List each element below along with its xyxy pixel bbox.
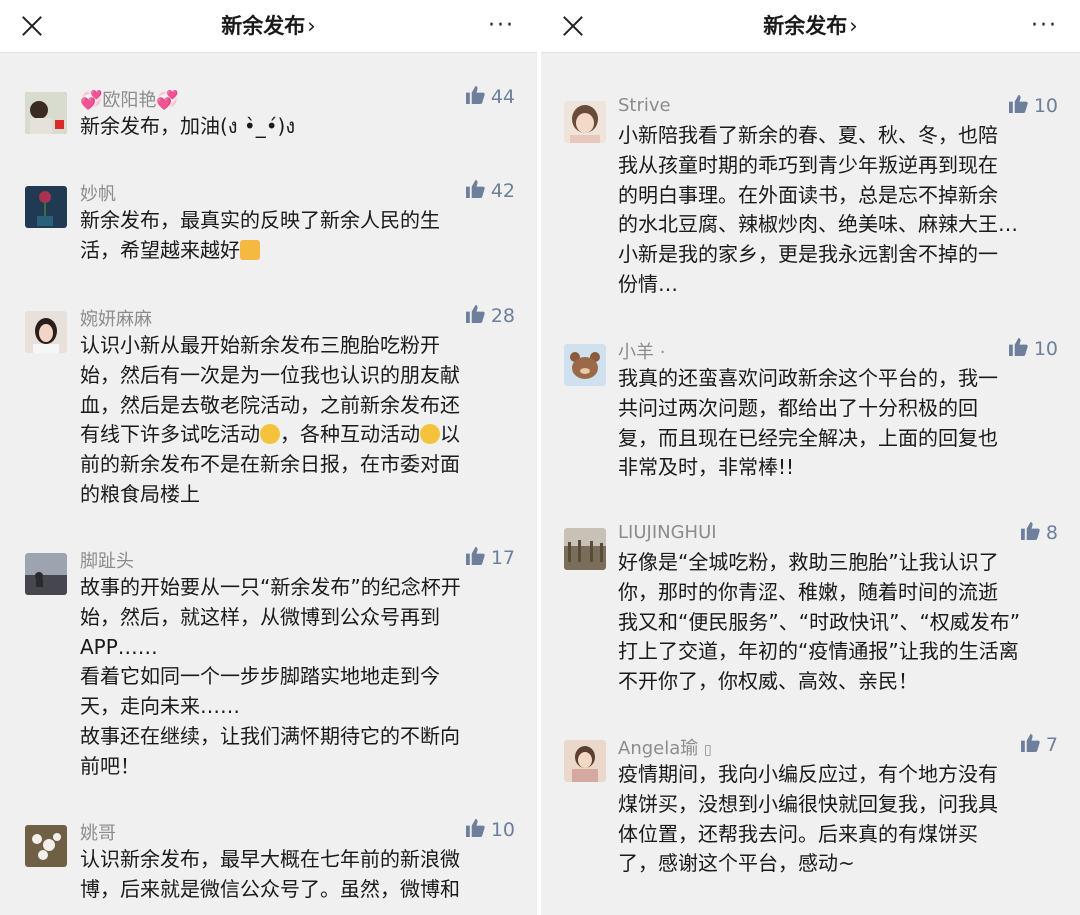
commenter-name: Strive <box>618 95 671 116</box>
comment-text: 故事的开始要从一只“新余发布”的纪念杯开 始，然后，就这样，从微博到公众号再到 … <box>80 575 461 778</box>
avatar[interactable] <box>564 740 606 782</box>
like-button[interactable]: 7 <box>1020 734 1058 756</box>
comment-text: 新余发布，最真实的反映了新余人民的生 活，希望越来越好 <box>80 208 440 262</box>
like-count: 10 <box>1033 338 1058 360</box>
like-button[interactable]: 8 <box>1020 522 1058 544</box>
avatar[interactable] <box>25 553 67 595</box>
like-button[interactable]: 10 <box>465 819 515 841</box>
commenter-name: 脚趾头 <box>80 551 134 572</box>
avatar[interactable] <box>25 311 67 353</box>
comment-text: 小新陪我看了新余的春、夏、秋、冬，也陪 我从孩童时期的乖巧到青少年叛逆再到现在 … <box>618 123 1018 296</box>
like-count: 44 <box>490 86 515 108</box>
thumbs-up-icon <box>1008 338 1028 356</box>
avatar[interactable] <box>25 186 67 228</box>
like-button[interactable]: 28 <box>465 305 515 327</box>
commenter-name: 小羊 · <box>618 342 666 363</box>
chevron-right-icon: › <box>307 14 316 38</box>
avatar[interactable] <box>564 101 606 143</box>
avatar[interactable] <box>564 344 606 386</box>
comment-text: 认识小新从最开始新余发布三胞胎吃粉开 始，然后有一次是为一位我也认识的朋友献 血… <box>80 333 460 506</box>
commenter-name: 💞欧阳艳💞 <box>80 90 179 111</box>
thumbs-up-icon <box>1020 522 1040 540</box>
thumbs-up-icon <box>465 180 485 198</box>
commenter-name: 婉妍麻麻 <box>80 309 152 330</box>
like-button[interactable]: 17 <box>465 547 515 569</box>
commenter-name: 妙帆 <box>80 184 116 205</box>
chevron-right-icon: › <box>849 14 858 38</box>
left-comments-panel: 新余发布› ··· 💞欧阳艳💞 44 新余发布，加油(ง •̀_•́)ง 妙帆 … <box>0 0 537 915</box>
commenter-name: 姚哥 <box>80 823 116 844</box>
thumbs-up-icon <box>465 547 485 565</box>
avatar[interactable] <box>564 528 606 570</box>
like-button[interactable]: 44 <box>465 86 515 108</box>
like-count: 28 <box>490 305 515 327</box>
thinking-emoji-icon <box>260 424 280 445</box>
page-title[interactable]: 新余发布› <box>0 10 537 40</box>
comment-text: 新余发布，加油(ง •̀_•́)ง <box>80 114 296 138</box>
thumbs-up-icon <box>465 819 485 837</box>
comment-text: 认识新余发布，最早大概在七年前的新浪微 博，后来就是微信公众号了。虽然，微博和 <box>80 847 460 901</box>
like-button[interactable]: 10 <box>1008 338 1058 360</box>
like-button[interactable]: 10 <box>1008 95 1058 117</box>
more-icon[interactable]: ··· <box>488 13 515 38</box>
avatar[interactable] <box>25 92 67 134</box>
avatar[interactable] <box>25 825 67 867</box>
thumbs-up-icon <box>1008 95 1028 113</box>
header: 新余发布› ··· <box>541 0 1080 53</box>
heart-icon: 💞 <box>156 90 179 111</box>
heart-icon: 💞 <box>80 90 103 111</box>
commenter-name: LIUJINGHUI <box>618 522 717 543</box>
like-count: 17 <box>490 547 515 569</box>
commenter-name: Angela瑜 ▯ <box>618 738 712 759</box>
more-icon[interactable]: ··· <box>1031 13 1058 38</box>
comment-text: 我真的还蛮喜欢问政新余这个平台的，我一 共问过两次问题，都给出了十分积极的回 复… <box>618 366 998 480</box>
like-count: 7 <box>1045 734 1058 756</box>
thumbs-up-emoji-icon <box>240 239 260 260</box>
thumbs-up-icon <box>465 305 485 323</box>
like-button[interactable]: 42 <box>465 180 515 202</box>
comment-text: 疫情期间，我向小编反应过，有个地方没有 煤饼买，没想到小编很快就回复我，问我具 … <box>618 762 998 876</box>
like-count: 42 <box>490 180 515 202</box>
like-count: 10 <box>490 819 515 841</box>
unknown-glyph-icon: ▯ <box>704 742 712 758</box>
comment-text: 好像是“全城吃粉，救助三胞胎”让我认识了 你，那时的你青涩、稚嫩，随着时间的流逝… <box>618 550 1021 694</box>
like-count: 10 <box>1033 95 1058 117</box>
page-title[interactable]: 新余发布› <box>541 10 1080 40</box>
thumbs-up-icon <box>465 86 485 104</box>
grinning-emoji-icon <box>420 424 440 445</box>
like-count: 8 <box>1045 522 1058 544</box>
thumbs-up-icon <box>1020 734 1040 752</box>
header: 新余发布› ··· <box>0 0 537 53</box>
right-comments-panel: 新余发布› ··· Strive 10 小新陪我看了新余的春、夏、秋、冬，也陪 … <box>541 0 1080 915</box>
